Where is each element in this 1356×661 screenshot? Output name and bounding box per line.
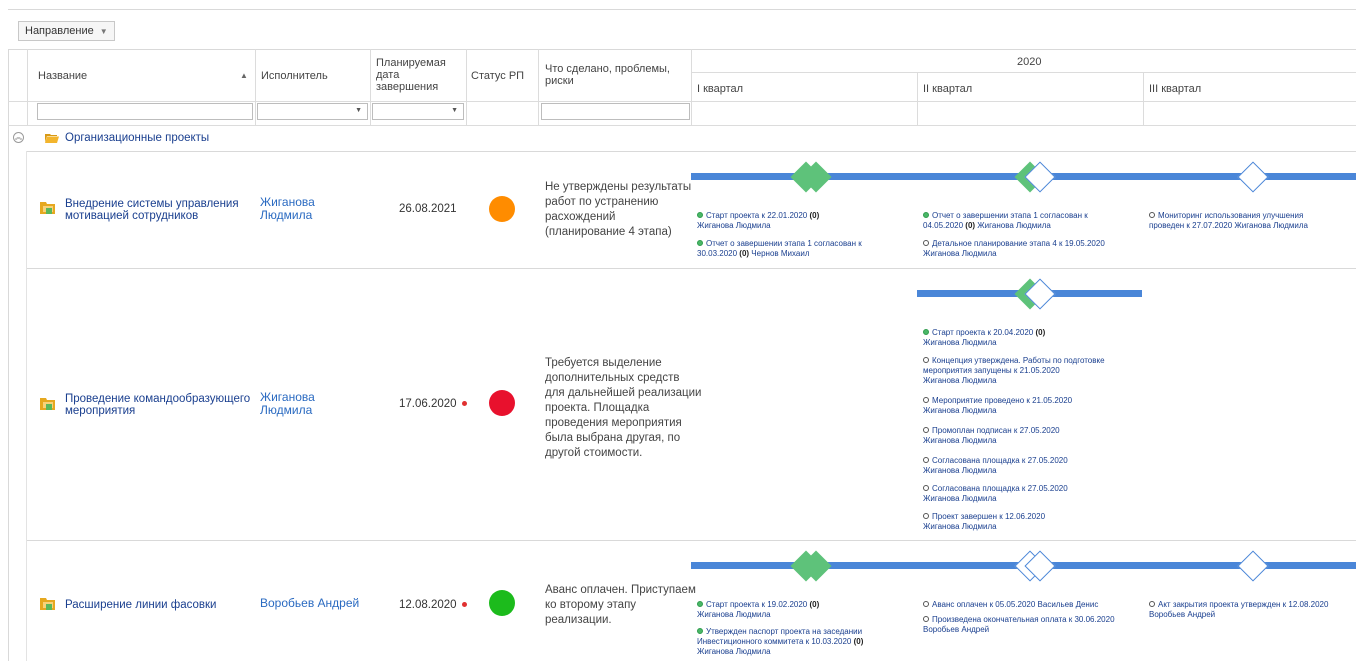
project-name[interactable]: Проведение командообразующего мероприятия (65, 393, 250, 417)
milestone-item[interactable]: Утвержден паспорт проекта на заседании И… (697, 627, 863, 657)
milestone-item[interactable]: Аванс оплачен к 05.05.2020 Васильев Дени… (923, 600, 1098, 610)
milestone-item[interactable]: Акт закрытия проекта утвержден к 12.08.2… (1149, 600, 1328, 620)
group-title[interactable]: Организационные проекты (65, 132, 209, 144)
project-name[interactable]: Внедрение системы управления мотивацией с… (65, 198, 239, 222)
milestone-item[interactable]: Отчет о завершении этапа 1 согласован к … (923, 211, 1088, 231)
collapse-group-button[interactable]: ︽ (13, 132, 24, 143)
group-by-label: Направление (25, 25, 94, 37)
status-indicator-orange (489, 196, 515, 222)
overdue-dot-icon (461, 401, 467, 407)
column-header-executor[interactable]: Исполнитель (261, 70, 328, 82)
row-gutter (8, 151, 27, 661)
name-filter-input[interactable] (37, 103, 253, 120)
milestone-item[interactable]: Старт проекта к 19.02.2020 (0) Жиганова … (697, 600, 819, 620)
top-divider (8, 9, 1356, 10)
executor-link[interactable]: Воробьев Андрей (260, 597, 359, 610)
planned-date: 12.08.2020 (399, 599, 467, 611)
milestone-item[interactable]: Детальное планирование этапа 4 к 19.05.2… (923, 239, 1105, 259)
column-header-planned-date[interactable]: Планируемая дата завершения (376, 57, 446, 93)
chevron-down-icon: ▼ (99, 27, 108, 36)
column-header-name[interactable]: Название (38, 70, 87, 82)
planned-date: 26.08.2021 (399, 203, 457, 215)
status-comment: Аванс оплачен. Приступаем ко второму этап… (545, 584, 696, 626)
column-header-status[interactable]: Статус РП (471, 70, 524, 82)
milestone-item[interactable]: Промоплан подписан к 27.05.2020 Жиганова… (923, 426, 1060, 446)
milestone-item[interactable]: Согласована площадка к 27.05.2020 Жигано… (923, 484, 1068, 504)
column-header-q3: III квартал (1149, 83, 1202, 95)
milestone-item[interactable]: Отчет о завершении этапа 1 согласован к … (697, 239, 862, 259)
group-row: ︽ Организационные проекты (8, 125, 1356, 151)
milestone-item[interactable]: Произведена окончательная оплата к 30.06… (923, 615, 1115, 635)
milestone-item[interactable]: Проект завершен к 12.06.2020 Жиганова Лю… (923, 512, 1045, 532)
executor-link[interactable]: Жиганова Людмила (260, 196, 315, 222)
project-folder-icon (40, 598, 55, 610)
milestone-item[interactable]: Старт проекта к 22.01.2020 (0) Жиганова … (697, 211, 819, 231)
project-name[interactable]: Расширение линии фасовки (65, 599, 216, 611)
planned-date: 17.06.2020 (399, 398, 467, 410)
overdue-dot-icon (461, 602, 467, 608)
milestone-item[interactable]: Мониторинг использования улучшения прове… (1149, 211, 1308, 231)
chevron-down-icon: ▼ (451, 107, 458, 114)
column-header-done[interactable]: Что сделано, проблемы, риски (545, 63, 670, 87)
milestone-item[interactable]: Согласована площадка к 27.05.2020 Жигано… (923, 456, 1068, 476)
milestone-item[interactable]: Концепция утверждена. Работы по подготов… (923, 356, 1105, 386)
column-header-year: 2020 (1017, 56, 1042, 68)
status-comment: Не утверждены результаты работ по устране… (545, 181, 692, 238)
sort-ascending-icon[interactable]: ▲ (240, 70, 248, 82)
status-comment: Требуется выделение дополнительных средст… (545, 357, 702, 459)
chevron-down-icon: ▼ (355, 107, 362, 114)
group-by-direction-button[interactable]: Направление ▼ (18, 21, 115, 41)
planned-date-filter-select[interactable]: ▼ (372, 103, 464, 120)
milestone-item[interactable]: Старт проекта к 20.04.2020 (0) Жиганова … (923, 328, 1045, 348)
project-folder-icon (40, 398, 55, 410)
milestone-item[interactable]: Мероприятие проведено к 21.05.2020 Жиган… (923, 396, 1072, 416)
folder-open-icon (45, 134, 59, 143)
column-header-q2: II квартал (923, 83, 973, 95)
project-folder-icon (40, 202, 55, 214)
column-header-q1: I квартал (697, 83, 744, 95)
executor-link[interactable]: Жиганова Людмила (260, 391, 315, 417)
executor-filter-select[interactable]: ▼ (257, 103, 368, 120)
done-filter-input[interactable] (541, 103, 690, 120)
status-indicator-green (489, 590, 515, 616)
status-indicator-red (489, 390, 515, 416)
